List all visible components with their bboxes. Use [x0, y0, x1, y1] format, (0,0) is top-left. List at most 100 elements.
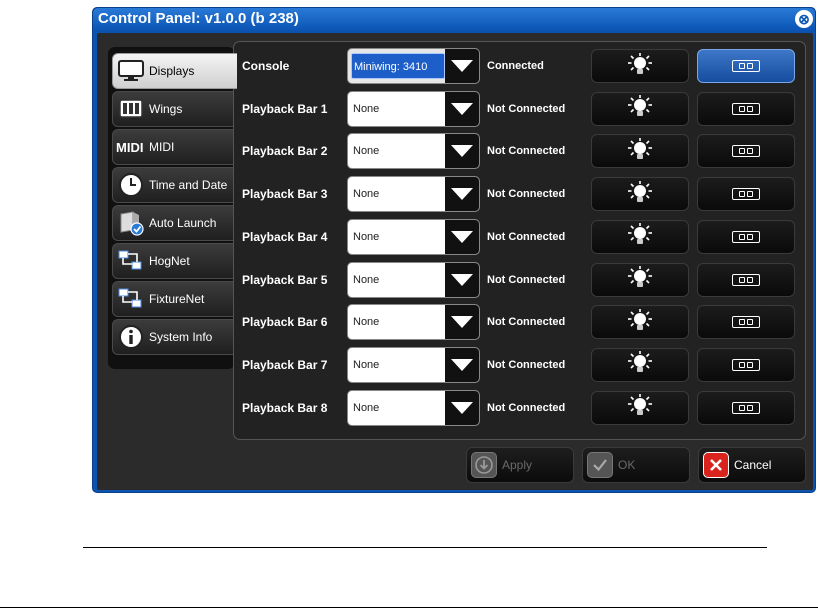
lightbulb-icon [626, 393, 654, 422]
display-id-icon [732, 145, 760, 158]
display-row: Playback Bar 4 None Not Connected [234, 218, 805, 255]
display-select[interactable]: None [347, 346, 480, 383]
display-select[interactable]: None [347, 261, 480, 298]
display-select[interactable]: None [347, 218, 480, 255]
find-display-button[interactable] [591, 49, 689, 83]
sidebar-item-label: System Info [149, 330, 213, 344]
identify-display-button[interactable] [697, 134, 795, 169]
row-label: Playback Bar 5 [242, 272, 328, 287]
lightbulb-icon [626, 137, 654, 166]
display-select[interactable]: None [347, 304, 480, 341]
connection-status: Not Connected [487, 358, 566, 371]
row-label: Console [242, 59, 290, 73]
find-display-button[interactable] [591, 177, 689, 212]
display-select-value: Miniwing: 3410 [351, 53, 445, 79]
cancel-button[interactable]: Cancel [698, 447, 806, 483]
identify-display-button[interactable] [697, 49, 795, 83]
display-select[interactable]: None [347, 389, 480, 426]
title-bar[interactable]: Control Panel: v1.0.0 (b 238) ⊗ [93, 8, 815, 30]
display-id-icon [732, 316, 760, 329]
identify-display-button[interactable] [697, 219, 795, 254]
sidebar-item-time-and-date[interactable]: Time and Date [112, 167, 233, 203]
find-display-button[interactable] [591, 305, 689, 340]
display-row: Playback Bar 1 None Not Connected [234, 90, 805, 127]
clock-icon [116, 171, 146, 199]
sidebar-item-hognet[interactable]: HogNet [112, 243, 233, 279]
window-title: Control Panel: v1.0.0 (b 238) [98, 10, 299, 27]
display-row: Playback Bar 2 None Not Connected [234, 133, 805, 170]
chevron-down-icon[interactable] [445, 305, 479, 340]
display-select[interactable]: None [347, 90, 480, 127]
sidebar-item-label: HogNet [149, 254, 190, 268]
sidebar-item-midi[interactable]: MIDI MIDI [112, 129, 233, 165]
chevron-down-icon[interactable] [445, 177, 479, 212]
lightbulb-icon [626, 265, 654, 294]
display-row: Playback Bar 6 None Not Connected [234, 304, 805, 341]
sidebar-item-label: MIDI [149, 140, 175, 154]
display-select[interactable]: Miniwing: 3410 [347, 48, 480, 84]
row-label: Playback Bar 3 [242, 187, 328, 202]
chevron-down-icon[interactable] [445, 390, 479, 425]
display-id-icon [732, 102, 760, 115]
svg-text:MIDI: MIDI [116, 140, 143, 155]
chevron-down-icon[interactable] [445, 134, 479, 169]
lightbulb-icon [626, 350, 654, 379]
sidebar-item-wings[interactable]: Wings [112, 91, 233, 127]
apply-label: Apply [502, 458, 533, 472]
identify-display-button[interactable] [697, 262, 795, 297]
connection-status: Not Connected [487, 316, 566, 329]
display-id-icon [732, 358, 760, 371]
sidebar-item-auto-launch[interactable]: Auto Launch [112, 205, 233, 241]
cancel-label: Cancel [734, 458, 772, 472]
display-select-value: None [353, 145, 380, 158]
lightbulb-icon [626, 52, 654, 81]
display-select-value: None [353, 316, 380, 329]
lightbulb-icon [626, 180, 654, 209]
find-display-button[interactable] [591, 219, 689, 254]
auto-launch-icon [116, 209, 146, 237]
connection-status: Not Connected [487, 273, 566, 286]
chevron-down-icon[interactable] [445, 347, 479, 382]
find-display-button[interactable] [591, 347, 689, 382]
page-rule-bottom [0, 607, 818, 608]
row-label: Playback Bar 8 [242, 400, 328, 415]
identify-display-button[interactable] [697, 305, 795, 340]
display-select-value: None [353, 188, 380, 201]
sidebar-item-displays[interactable]: Displays [112, 53, 237, 89]
row-label: Playback Bar 2 [242, 144, 328, 159]
midi-icon: MIDI [116, 133, 146, 161]
identify-display-button[interactable] [697, 347, 795, 382]
display-select[interactable]: None [347, 176, 480, 213]
find-display-button[interactable] [591, 262, 689, 297]
chevron-down-icon[interactable] [445, 91, 479, 126]
connection-status: Not Connected [487, 145, 566, 158]
lightbulb-icon [626, 222, 654, 251]
find-display-button[interactable] [591, 134, 689, 169]
sidebar-item-fixturenet[interactable]: FixtureNet [112, 281, 233, 317]
sidebar-item-label: Time and Date [149, 178, 228, 192]
connection-status: Not Connected [487, 401, 566, 414]
control-panel-window: Control Panel: v1.0.0 (b 238) ⊗ Displays… [92, 7, 816, 493]
chevron-down-icon[interactable] [445, 219, 479, 254]
identify-display-button[interactable] [697, 91, 795, 126]
find-display-button[interactable] [591, 390, 689, 425]
display-select-value: None [353, 358, 380, 371]
apply-button[interactable]: Apply [466, 447, 574, 483]
connection-status: Not Connected [487, 230, 566, 243]
ok-button[interactable]: OK [582, 447, 690, 483]
display-row: Playback Bar 5 None Not Connected [234, 261, 805, 298]
display-row: Playback Bar 3 None Not Connected [234, 176, 805, 213]
sidebar-item-system-info[interactable]: System Info [112, 319, 233, 355]
find-display-button[interactable] [591, 91, 689, 126]
chevron-down-icon[interactable] [445, 262, 479, 297]
display-select[interactable]: None [347, 133, 480, 170]
display-row: Playback Bar 7 None Not Connected [234, 346, 805, 383]
wing-icon [116, 95, 146, 123]
chevron-down-icon[interactable] [445, 49, 479, 83]
identify-display-button[interactable] [697, 177, 795, 212]
identify-display-button[interactable] [697, 390, 795, 425]
connection-status: Connected [487, 60, 544, 72]
close-icon[interactable]: ⊗ [795, 10, 813, 28]
row-label: Playback Bar 1 [242, 101, 328, 116]
page-rule-top [83, 547, 767, 548]
